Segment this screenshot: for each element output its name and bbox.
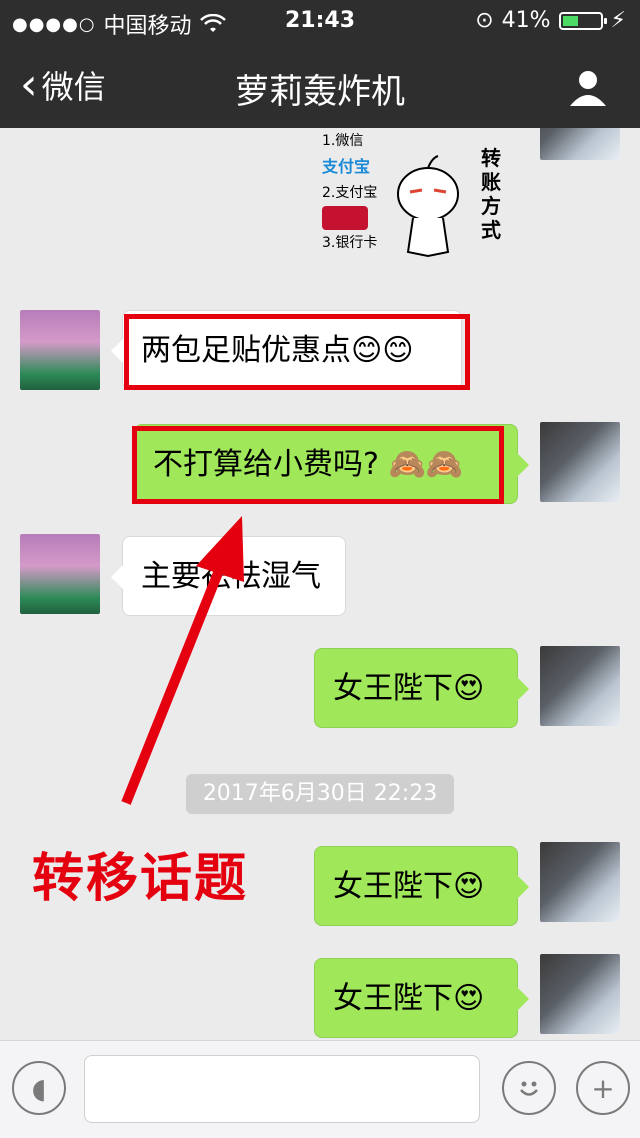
red-arrow-icon: [121, 516, 244, 805]
cartoon-character-icon: [397, 155, 459, 258]
sticker-item-alipay: 2.支付宝: [322, 185, 378, 201]
status-bar: ●●●●○ 中国移动 21:43 ⊙ 41% ⚡: [0, 0, 640, 40]
voice-button[interactable]: ◖: [12, 1061, 66, 1115]
sticker-item-bank: 3.银行卡: [322, 235, 378, 251]
emoji-icon: [520, 1081, 538, 1096]
plus-icon: +: [591, 1071, 615, 1105]
battery-percent: 41%: [501, 8, 551, 33]
unionpay-logo: [322, 206, 377, 230]
avatar-contact[interactable]: [20, 534, 100, 614]
avatar-me[interactable]: [540, 422, 620, 502]
top-bar: ●●●●○ 中国移动 21:43 ⊙ 41% ⚡ ‹ 微信 萝莉轰炸机: [0, 0, 640, 128]
avatar-me[interactable]: [540, 128, 620, 160]
nav-bar: ‹ 微信 萝莉轰炸机: [0, 44, 640, 128]
battery-icon: [558, 11, 607, 30]
plus-button[interactable]: +: [576, 1061, 630, 1115]
profile-icon[interactable]: [568, 68, 608, 108]
chat-area: 1.微信 支付宝 2.支付宝 3.银行卡 转账方式 两包足贴优惠点😊😊 不打算给…: [0, 128, 640, 1040]
message-bubble[interactable]: 女王陛下😍: [314, 846, 529, 926]
avatar-me[interactable]: [540, 646, 620, 726]
message-bubble[interactable]: 女王陛下😍: [314, 958, 529, 1038]
rotation-lock-icon: ⊙: [475, 8, 494, 33]
sticker-vertical-text: 转账方式: [481, 146, 501, 242]
avatar-contact[interactable]: [20, 310, 100, 390]
sticker-item-wechat: 1.微信: [322, 133, 364, 149]
voice-icon: ◖: [31, 1071, 47, 1105]
red-highlight-box: [132, 426, 504, 504]
avatar-me[interactable]: [540, 954, 620, 1034]
annotation-text: 转移话题: [32, 849, 249, 909]
message-input[interactable]: [84, 1055, 480, 1123]
sticker-alipay-logo: 支付宝: [322, 157, 371, 176]
avatar-me[interactable]: [540, 842, 620, 922]
transfer-sticker[interactable]: 1.微信 支付宝 2.支付宝 3.银行卡 转账方式: [318, 128, 518, 268]
emoji-button[interactable]: [502, 1061, 556, 1115]
message-bubble[interactable]: 女王陛下😍: [314, 648, 529, 728]
input-bar: ◖ +: [0, 1040, 640, 1138]
charging-icon: ⚡: [610, 8, 626, 33]
red-highlight-box: [124, 314, 470, 390]
chat-title: 萝莉轰炸机: [235, 72, 405, 112]
